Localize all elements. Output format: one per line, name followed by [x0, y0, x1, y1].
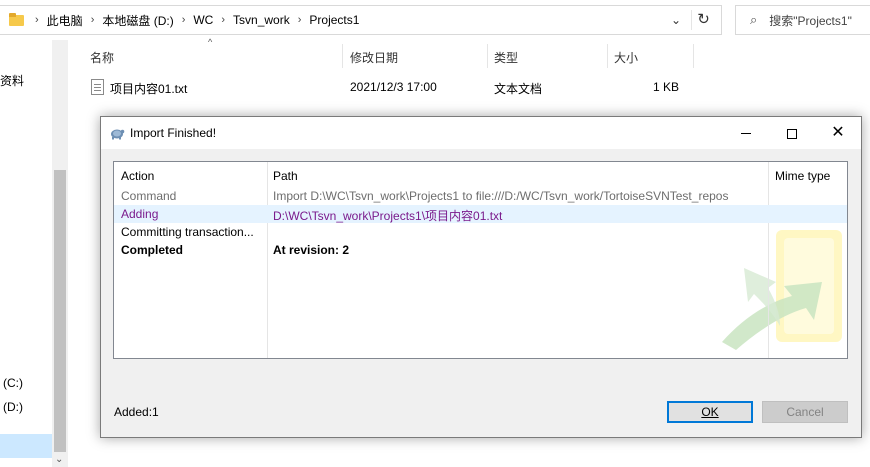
column-divider[interactable]: [607, 44, 608, 68]
breadcrumb-wc[interactable]: WC: [193, 13, 213, 27]
breadcrumb-tsvn-work[interactable]: Tsvn_work: [233, 13, 290, 27]
breadcrumb-this-pc[interactable]: 此电脑: [47, 12, 83, 29]
chevron-right-icon[interactable]: ›: [91, 14, 95, 26]
added-count-status: Added:1: [114, 405, 159, 419]
file-modified: 2021/12/3 17:00: [350, 80, 437, 94]
column-divider[interactable]: [487, 44, 488, 68]
row-action: Adding: [121, 207, 159, 221]
column-header-name[interactable]: 名称: [90, 49, 114, 66]
chevron-right-icon: ›: [35, 14, 39, 26]
chevron-down-icon[interactable]: ⌄: [55, 454, 63, 465]
minimize-icon: [741, 133, 751, 135]
chevron-down-icon[interactable]: ⌄: [671, 13, 681, 27]
maximize-button[interactable]: [769, 117, 815, 149]
nav-scrollbar[interactable]: ⌄: [52, 40, 68, 467]
chevron-right-icon[interactable]: ›: [298, 14, 302, 26]
column-header-type[interactable]: 类型: [494, 49, 518, 66]
breadcrumb-projects1[interactable]: Projects1: [309, 13, 359, 27]
column-header-modified[interactable]: 修改日期: [350, 49, 398, 66]
text-file-icon: [91, 79, 104, 95]
results-list[interactable]: Action Path Mime type Command Import D:\…: [113, 161, 848, 359]
result-row-committing[interactable]: Committing transaction...: [114, 223, 847, 241]
nav-item-drive-d[interactable]: (D:): [3, 400, 23, 414]
breadcrumb-drive-d[interactable]: 本地磁盘 (D:): [102, 12, 173, 29]
row-path: D:\WC\Tsvn_work\Projects1\项目内容01.txt: [273, 209, 503, 223]
cancel-button[interactable]: Cancel: [762, 401, 848, 423]
sort-up-icon: ^: [208, 37, 213, 47]
close-button[interactable]: ✕: [815, 117, 861, 149]
column-header-size[interactable]: 大小: [614, 49, 638, 66]
ok-button-label: OK: [701, 405, 719, 419]
nav-item-drive-c[interactable]: (C:): [3, 376, 23, 390]
row-action: Completed: [121, 243, 184, 257]
ok-button[interactable]: OK: [667, 401, 753, 423]
result-row-adding[interactable]: Adding D:\WC\Tsvn_work\Projects1\项目内容01.…: [114, 205, 847, 223]
address-bar[interactable]: › 此电脑 › 本地磁盘 (D:) › WC › Tsvn_work › Pro…: [0, 5, 722, 35]
refresh-icon[interactable]: ↻: [691, 10, 715, 30]
column-header-path[interactable]: Path: [273, 169, 298, 183]
search-icon: ⌕: [750, 12, 758, 27]
search-placeholder: 搜索"Projects1": [769, 13, 852, 28]
import-finished-dialog: Import Finished! ✕ Action Path Mime type…: [100, 116, 862, 438]
row-path: At revision: 2: [273, 243, 350, 257]
tortoise-icon: [111, 129, 125, 140]
column-header-mime-type[interactable]: Mime type: [775, 169, 830, 183]
close-icon: ✕: [831, 124, 845, 141]
file-name: 项目内容01.txt: [110, 82, 188, 96]
navigation-pane: 资料 (C:) (D:): [0, 40, 52, 467]
nav-selection-highlight: [0, 434, 52, 458]
folder-icon: [9, 13, 27, 27]
row-action: Committing transaction...: [121, 225, 254, 239]
file-list-item[interactable]: 项目内容01.txt 2021/12/3 17:00 文本文档 1 KB: [85, 76, 705, 98]
nav-item-partial[interactable]: 资料: [0, 72, 24, 89]
search-input[interactable]: ⌕ 搜索"Projects1": [735, 5, 870, 35]
column-header-action[interactable]: Action: [121, 169, 154, 183]
column-divider[interactable]: [693, 44, 694, 68]
dialog-title: Import Finished!: [130, 126, 217, 140]
file-size: 1 KB: [653, 80, 680, 94]
chevron-right-icon[interactable]: ›: [182, 14, 186, 26]
result-row-completed[interactable]: Completed At revision: 2: [114, 241, 847, 259]
maximize-icon: [787, 128, 797, 139]
row-path: Import D:\WC\Tsvn_work\Projects1 to file…: [273, 189, 729, 203]
file-type: 文本文档: [494, 82, 543, 96]
column-divider[interactable]: [342, 44, 343, 68]
minimize-button[interactable]: [723, 117, 769, 149]
scrollbar-thumb[interactable]: [54, 170, 66, 452]
cancel-button-label: Cancel: [786, 405, 824, 419]
dialog-titlebar[interactable]: Import Finished! ✕: [101, 117, 861, 149]
row-action: Command: [121, 189, 177, 203]
chevron-right-icon[interactable]: ›: [221, 14, 225, 26]
result-row-command[interactable]: Command Import D:\WC\Tsvn_work\Projects1…: [114, 187, 847, 205]
results-list-header: Action Path Mime type: [114, 162, 847, 187]
